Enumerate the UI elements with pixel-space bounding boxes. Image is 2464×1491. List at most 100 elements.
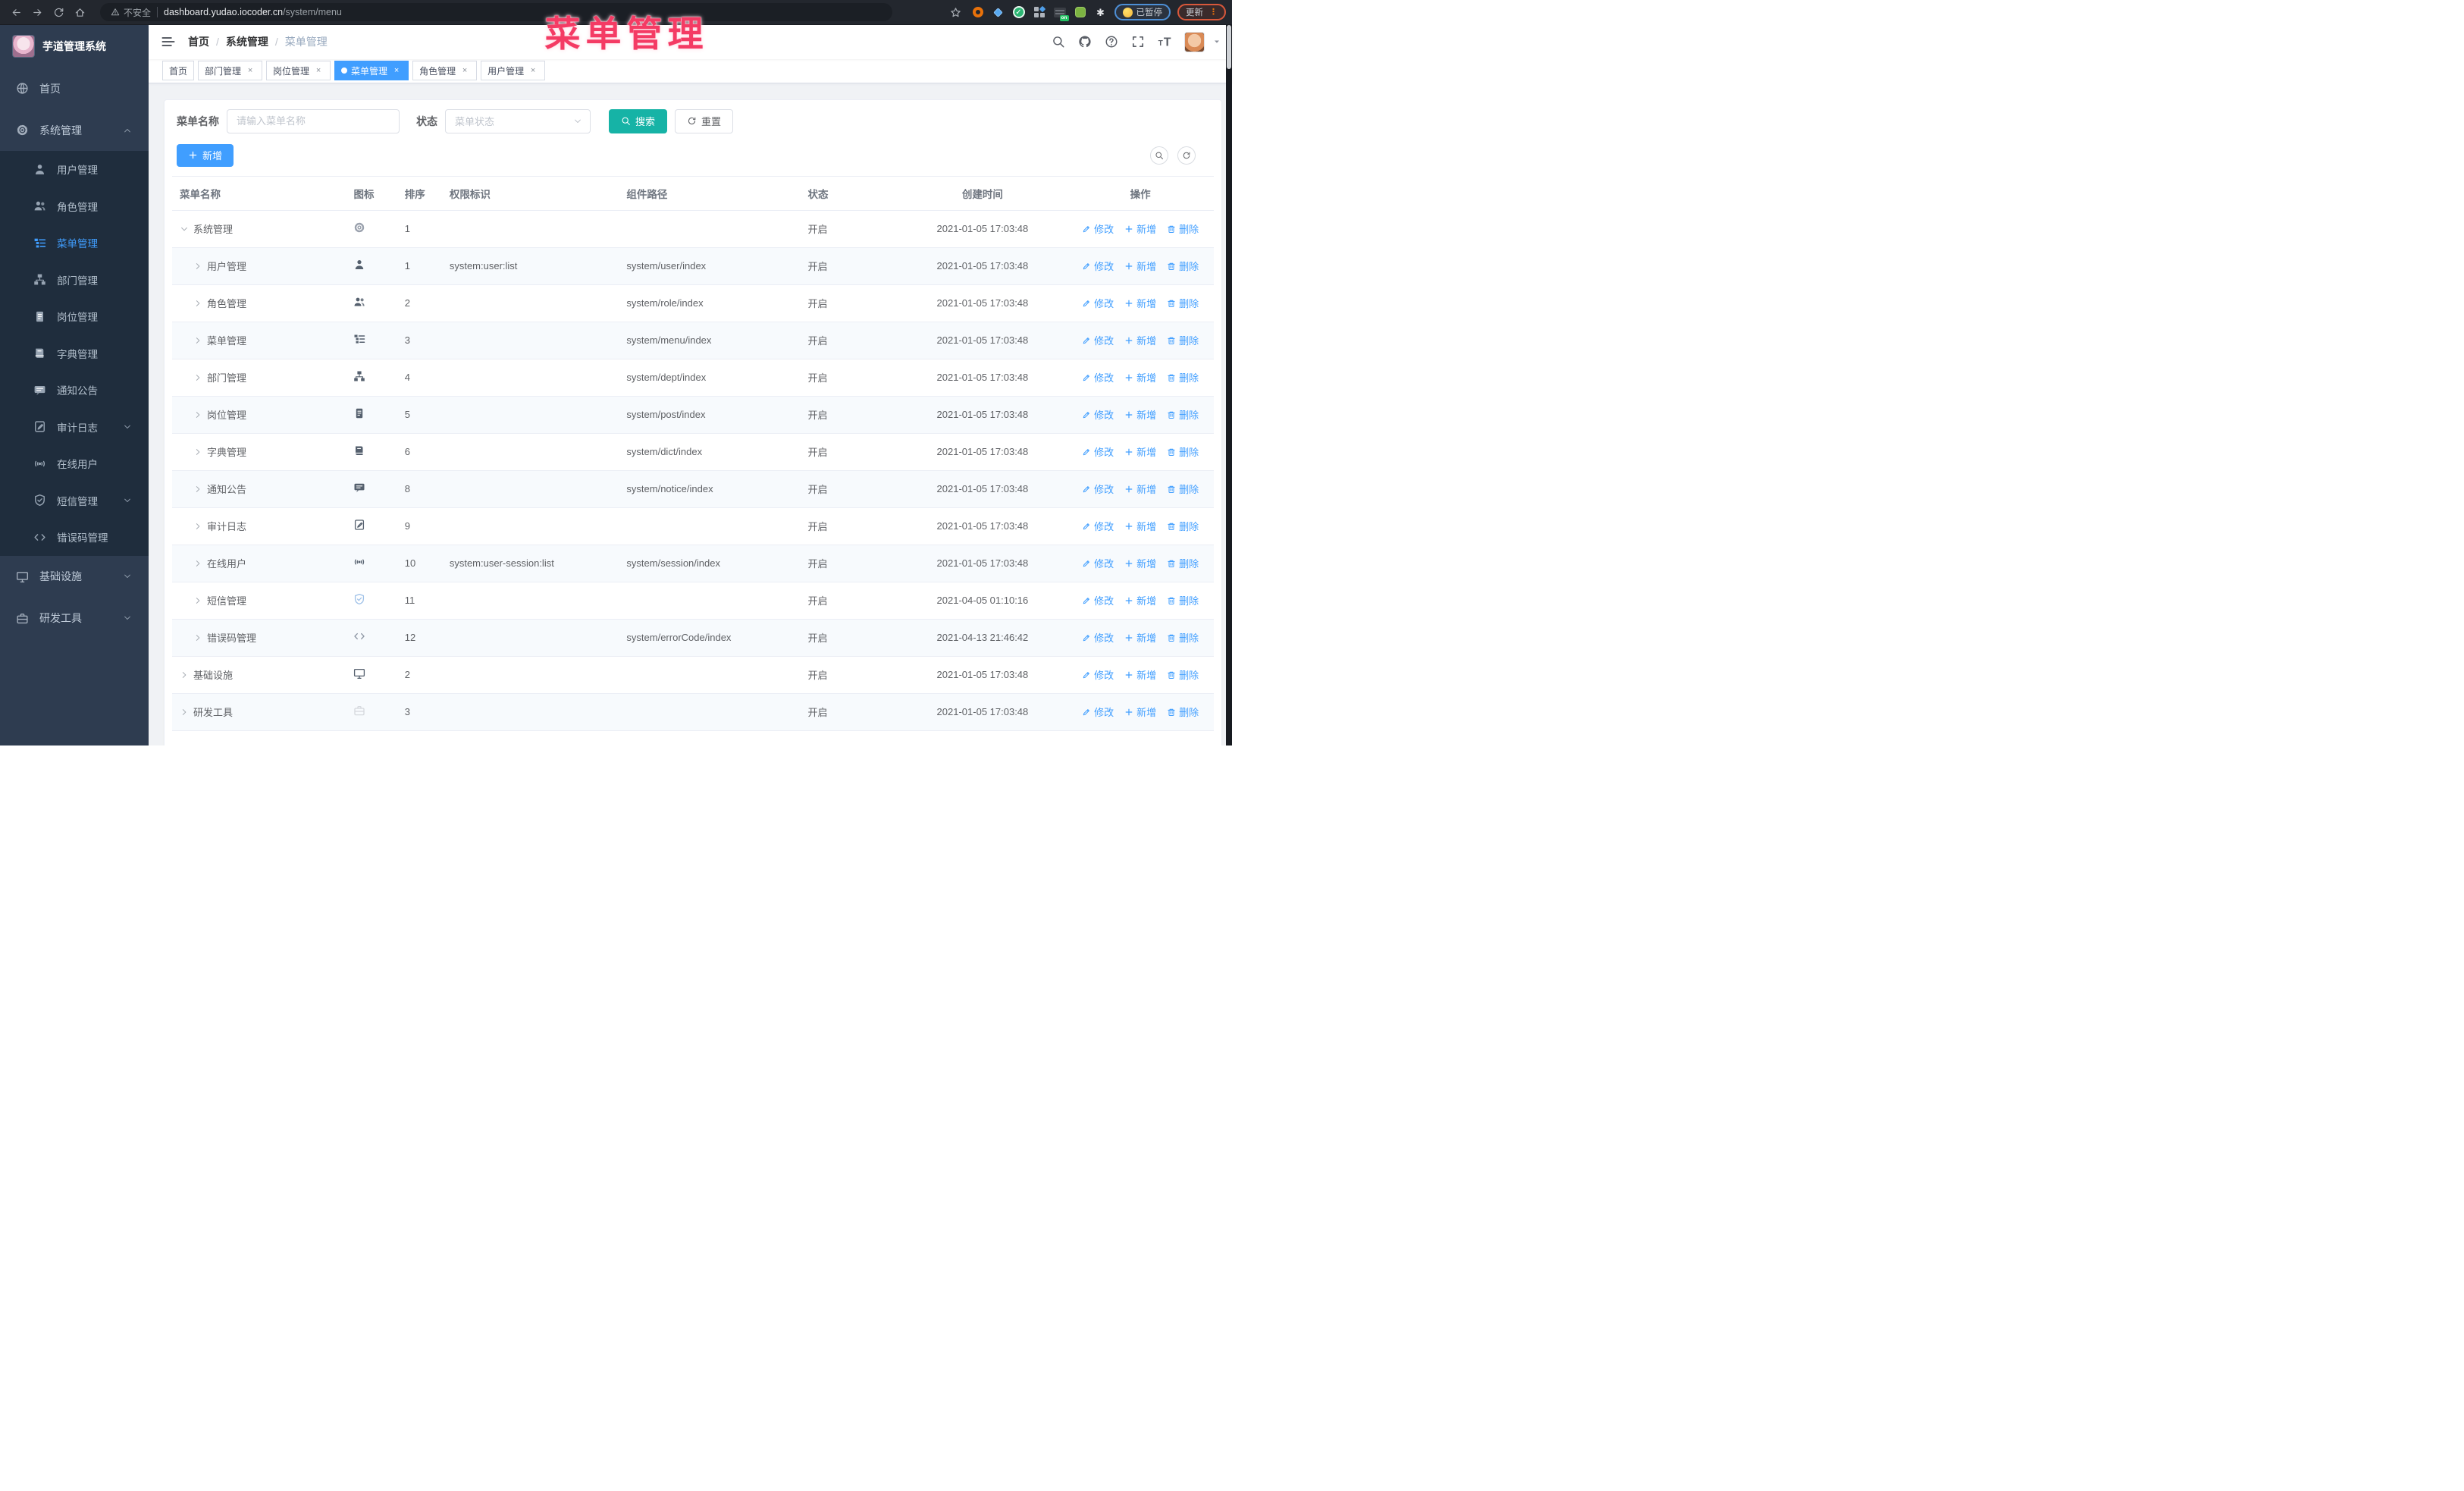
github-icon[interactable] — [1078, 35, 1092, 49]
tab-角色管理[interactable]: 角色管理 × — [412, 61, 478, 81]
profile-paused-badge[interactable]: 已暂停 — [1114, 4, 1171, 20]
scrollbar-thumb[interactable] — [1227, 25, 1231, 69]
edit-link[interactable]: 修改 — [1082, 259, 1114, 273]
extension-icon[interactable]: on — [1053, 5, 1069, 21]
delete-link[interactable]: 删除 — [1167, 333, 1199, 347]
delete-link[interactable]: 删除 — [1167, 630, 1199, 645]
add-link[interactable]: 新增 — [1124, 444, 1156, 459]
sidebar-item-errcode[interactable]: 错误码管理 — [0, 519, 149, 556]
refresh-table-button[interactable] — [1177, 146, 1196, 165]
close-icon[interactable]: × — [245, 65, 255, 76]
edit-link[interactable]: 修改 — [1082, 333, 1114, 347]
close-icon[interactable]: × — [391, 65, 402, 76]
sidebar-item-menu[interactable]: 菜单管理 — [0, 224, 149, 262]
delete-link[interactable]: 删除 — [1167, 667, 1199, 682]
add-link[interactable]: 新增 — [1124, 259, 1156, 273]
search-icon[interactable] — [1052, 35, 1065, 49]
help-icon[interactable] — [1105, 35, 1118, 49]
user-avatar[interactable] — [1184, 31, 1205, 52]
caret-right-icon[interactable] — [193, 485, 202, 494]
browser-back-icon[interactable] — [8, 4, 24, 20]
caret-right-icon[interactable] — [180, 670, 189, 680]
search-button[interactable]: 搜索 — [609, 108, 668, 133]
sidebar-item-infra[interactable]: 基础设施 — [0, 556, 149, 598]
add-link[interactable]: 新增 — [1124, 370, 1156, 385]
edit-link[interactable]: 修改 — [1082, 705, 1114, 719]
add-link[interactable]: 新增 — [1124, 630, 1156, 645]
edit-link[interactable]: 修改 — [1082, 370, 1114, 385]
add-link[interactable]: 新增 — [1124, 667, 1156, 682]
sidebar-item-home[interactable]: 首页 — [0, 67, 149, 109]
browser-forward-icon[interactable] — [29, 4, 45, 20]
caret-down-icon[interactable] — [180, 224, 189, 234]
sidebar-item-notice[interactable]: 通知公告 — [0, 372, 149, 409]
caret-right-icon[interactable] — [193, 559, 202, 568]
caret-right-icon[interactable] — [193, 336, 202, 345]
edit-link[interactable]: 修改 — [1082, 296, 1114, 310]
add-link[interactable]: 新增 — [1124, 705, 1156, 719]
hamburger-icon[interactable] — [161, 34, 176, 49]
breadcrumb-item[interactable]: 首页 — [188, 34, 209, 49]
extension-icon[interactable]: ✱ — [1094, 5, 1108, 19]
sidebar-item-dict[interactable]: 字典管理 — [0, 334, 149, 372]
tab-部门管理[interactable]: 部门管理 × — [198, 61, 263, 81]
add-link[interactable]: 新增 — [1124, 221, 1156, 236]
edit-link[interactable]: 修改 — [1082, 444, 1114, 459]
delete-link[interactable]: 删除 — [1167, 407, 1199, 422]
caret-right-icon[interactable] — [193, 633, 202, 642]
edit-link[interactable]: 修改 — [1082, 556, 1114, 570]
extension-icon[interactable] — [1033, 5, 1046, 19]
breadcrumb-item[interactable]: 系统管理 — [226, 34, 268, 49]
delete-link[interactable]: 删除 — [1167, 444, 1199, 459]
caret-right-icon[interactable] — [193, 373, 202, 382]
extension-icon[interactable] — [992, 5, 1005, 19]
caret-right-icon[interactable] — [193, 410, 202, 419]
add-link[interactable]: 新增 — [1124, 556, 1156, 570]
add-menu-button[interactable]: 新增 — [177, 143, 234, 167]
toggle-search-button[interactable] — [1150, 146, 1168, 165]
edit-link[interactable]: 修改 — [1082, 482, 1114, 496]
caret-right-icon[interactable] — [193, 262, 202, 271]
delete-link[interactable]: 删除 — [1167, 259, 1199, 273]
caret-right-icon[interactable] — [193, 447, 202, 457]
fullscreen-icon[interactable] — [1131, 35, 1145, 49]
sidebar-item-audit[interactable]: 审计日志 — [0, 408, 149, 445]
status-select[interactable]: 菜单状态 — [445, 108, 591, 133]
delete-link[interactable]: 删除 — [1167, 519, 1199, 533]
close-icon[interactable]: × — [528, 65, 538, 76]
browser-reload-icon[interactable] — [50, 4, 67, 20]
caret-right-icon[interactable] — [193, 596, 202, 605]
browser-menu-icon[interactable]: ⋮ — [1209, 8, 1218, 17]
tab-首页[interactable]: 首页 — [162, 61, 195, 81]
sidebar-item-role[interactable]: 角色管理 — [0, 187, 149, 224]
address-bar[interactable]: 不安全 dashboard.yudao.iocoder.cn/system/me… — [100, 3, 892, 21]
tab-岗位管理[interactable]: 岗位管理 × — [266, 61, 331, 81]
tab-菜单管理[interactable]: 菜单管理 × — [334, 61, 409, 81]
sidebar-item-system[interactable]: 系统管理 — [0, 109, 149, 151]
extension-icon[interactable]: ✓ — [1012, 5, 1026, 19]
sidebar-item-online[interactable]: 在线用户 — [0, 445, 149, 482]
delete-link[interactable]: 删除 — [1167, 482, 1199, 496]
edit-link[interactable]: 修改 — [1082, 519, 1114, 533]
bookmark-star-icon[interactable] — [948, 4, 964, 20]
chevron-down-icon[interactable] — [1212, 37, 1221, 46]
add-link[interactable]: 新增 — [1124, 333, 1156, 347]
browser-home-icon[interactable] — [71, 4, 88, 20]
caret-right-icon[interactable] — [180, 708, 189, 717]
sidebar-item-post[interactable]: 岗位管理 — [0, 298, 149, 335]
extension-icon[interactable] — [1074, 5, 1087, 19]
browser-update-button[interactable]: 更新 ⋮ — [1177, 4, 1226, 20]
menu-name-input[interactable] — [227, 108, 400, 133]
edit-link[interactable]: 修改 — [1082, 593, 1114, 607]
delete-link[interactable]: 删除 — [1167, 593, 1199, 607]
close-icon[interactable]: × — [459, 65, 470, 76]
add-link[interactable]: 新增 — [1124, 519, 1156, 533]
delete-link[interactable]: 删除 — [1167, 221, 1199, 236]
edit-link[interactable]: 修改 — [1082, 630, 1114, 645]
extension-icon[interactable] — [971, 5, 985, 19]
add-link[interactable]: 新增 — [1124, 296, 1156, 310]
delete-link[interactable]: 删除 — [1167, 705, 1199, 719]
add-link[interactable]: 新增 — [1124, 482, 1156, 496]
add-link[interactable]: 新增 — [1124, 593, 1156, 607]
font-size-icon[interactable]: TT — [1158, 35, 1171, 49]
